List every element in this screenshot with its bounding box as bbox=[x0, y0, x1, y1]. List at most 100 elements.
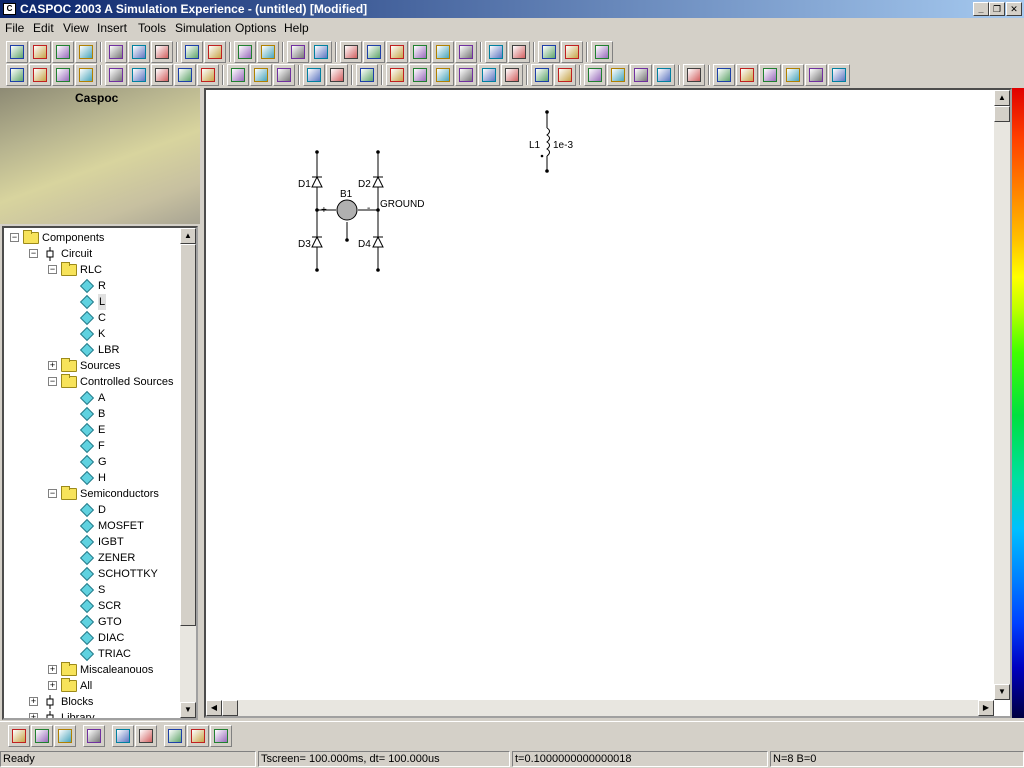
pen-button[interactable] bbox=[303, 64, 325, 86]
flame-button[interactable] bbox=[683, 64, 705, 86]
zoom-width-button[interactable] bbox=[52, 64, 74, 86]
collapse-icon[interactable]: − bbox=[29, 249, 38, 258]
cut-r-button[interactable] bbox=[713, 64, 735, 86]
collapse-icon[interactable]: − bbox=[48, 377, 57, 386]
colors-button[interactable] bbox=[356, 64, 378, 86]
zoom-100-button[interactable] bbox=[6, 64, 28, 86]
tree-scroll-thumb[interactable] bbox=[180, 244, 196, 626]
schematic-canvas[interactable]: D1 D2 D3 D4 B1 GROUND + - L1 1e-3 bbox=[206, 90, 994, 700]
select-hand-button[interactable] bbox=[340, 41, 362, 63]
tree-scrollbar[interactable]: ▲ ▼ bbox=[180, 228, 196, 718]
measure-button[interactable] bbox=[363, 41, 385, 63]
insert-a-button[interactable] bbox=[455, 41, 477, 63]
arrow-b-button[interactable] bbox=[432, 64, 454, 86]
tree-node[interactable]: E bbox=[4, 422, 182, 438]
tree-node[interactable]: + All bbox=[4, 678, 182, 694]
tree-node[interactable]: IGBT bbox=[4, 534, 182, 550]
scope-a-button[interactable] bbox=[287, 41, 309, 63]
tree-scroll-up-button[interactable]: ▲ bbox=[180, 228, 196, 244]
menu-options[interactable]: Options bbox=[235, 21, 276, 35]
insert-b-button[interactable] bbox=[485, 41, 507, 63]
tree-node[interactable]: MOSFET bbox=[4, 518, 182, 534]
pause-button[interactable] bbox=[257, 41, 279, 63]
copy-button[interactable] bbox=[128, 41, 150, 63]
canvas-vertical-scrollbar[interactable]: ▲ ▼ bbox=[994, 90, 1010, 700]
canvas-scroll-right-button[interactable]: ▶ bbox=[978, 700, 994, 716]
scope-b-button[interactable] bbox=[310, 41, 332, 63]
tree-node[interactable]: SCHOTTKY bbox=[4, 566, 182, 582]
net-a-button[interactable] bbox=[227, 64, 249, 86]
collapse-icon[interactable]: − bbox=[48, 489, 57, 498]
node-button[interactable] bbox=[105, 64, 127, 86]
tree-node[interactable]: B bbox=[4, 406, 182, 422]
bars-button[interactable] bbox=[630, 64, 652, 86]
zoom-fit-button[interactable] bbox=[29, 64, 51, 86]
tree-node[interactable]: + Miscaleanouos bbox=[4, 662, 182, 678]
tile-b-button[interactable] bbox=[135, 725, 157, 747]
redo-button[interactable] bbox=[204, 41, 226, 63]
tree-node[interactable]: − Components bbox=[4, 230, 182, 246]
arrow-a-button[interactable] bbox=[409, 64, 431, 86]
wire-v-button[interactable] bbox=[128, 64, 150, 86]
point-button[interactable] bbox=[531, 64, 553, 86]
grid-button[interactable] bbox=[554, 64, 576, 86]
canvas-scroll-up-button[interactable]: ▲ bbox=[994, 90, 1010, 106]
net-c-button[interactable] bbox=[273, 64, 295, 86]
split-button[interactable] bbox=[174, 64, 196, 86]
doc-b-button[interactable] bbox=[538, 41, 560, 63]
components-button[interactable] bbox=[8, 725, 30, 747]
tree-node[interactable]: − Controlled Sources bbox=[4, 374, 182, 390]
schematic-editor[interactable]: D1 D2 D3 D4 B1 GROUND + - L1 1e-3 ▲ ▼ ◀ … bbox=[204, 88, 1012, 718]
paste-button[interactable] bbox=[151, 41, 173, 63]
save-button[interactable] bbox=[52, 41, 74, 63]
tree-node[interactable]: A bbox=[4, 390, 182, 406]
tree-node[interactable]: − Circuit bbox=[4, 246, 182, 262]
canvas-vscroll-thumb[interactable] bbox=[994, 106, 1010, 122]
list-c-button[interactable] bbox=[432, 41, 454, 63]
tree-scroll-down-button[interactable]: ▼ bbox=[180, 702, 196, 718]
print-button[interactable] bbox=[75, 41, 97, 63]
menu-view[interactable]: View bbox=[63, 21, 89, 35]
new-button[interactable] bbox=[6, 41, 28, 63]
tree-node[interactable]: F bbox=[4, 438, 182, 454]
menu-help[interactable]: Help bbox=[284, 21, 309, 35]
canvas-scroll-down-button[interactable]: ▼ bbox=[994, 684, 1010, 700]
tree-node[interactable]: K bbox=[4, 326, 182, 342]
tree-node[interactable]: − Semiconductors bbox=[4, 486, 182, 502]
tree-node[interactable]: TRIAC bbox=[4, 646, 182, 662]
canvas-hscroll-thumb[interactable] bbox=[222, 700, 238, 716]
refresh-button[interactable] bbox=[83, 725, 105, 747]
tree-node[interactable]: LBR bbox=[4, 342, 182, 358]
sort-button[interactable] bbox=[736, 64, 758, 86]
open-button[interactable] bbox=[29, 41, 51, 63]
table-button[interactable] bbox=[828, 64, 850, 86]
list-a-button[interactable] bbox=[386, 41, 408, 63]
chip-a-button[interactable] bbox=[759, 64, 781, 86]
minimize-button[interactable]: _ bbox=[973, 2, 989, 16]
tree-node[interactable]: + Library bbox=[4, 710, 182, 718]
paint-button[interactable] bbox=[607, 64, 629, 86]
help-button[interactable] bbox=[591, 41, 613, 63]
expand-icon[interactable]: + bbox=[48, 681, 57, 690]
zoom-height-button[interactable] bbox=[75, 64, 97, 86]
menu-tools[interactable]: Tools bbox=[138, 21, 166, 35]
expand-icon[interactable]: + bbox=[48, 665, 57, 674]
canvas-scroll-left-button[interactable]: ◀ bbox=[206, 700, 222, 716]
branch-button[interactable] bbox=[151, 64, 173, 86]
menu-edit[interactable]: Edit bbox=[33, 21, 54, 35]
list-b-button[interactable] bbox=[409, 41, 431, 63]
close-button[interactable]: ✕ bbox=[1006, 2, 1022, 16]
tile-a-button[interactable] bbox=[112, 725, 134, 747]
switch-button[interactable] bbox=[455, 64, 477, 86]
collapse-icon[interactable]: − bbox=[10, 233, 19, 242]
tree-node[interactable]: C bbox=[4, 310, 182, 326]
move-button[interactable] bbox=[653, 64, 675, 86]
tree-node[interactable]: G bbox=[4, 454, 182, 470]
tree-node[interactable]: ZENER bbox=[4, 550, 182, 566]
chip-c-button[interactable] bbox=[805, 64, 827, 86]
canvas-horizontal-scrollbar[interactable]: ◀ ▶ bbox=[206, 700, 994, 716]
menu-file[interactable]: File bbox=[5, 21, 24, 35]
tree-node[interactable]: DIAC bbox=[4, 630, 182, 646]
graph-button[interactable] bbox=[501, 64, 523, 86]
app-icon[interactable]: C bbox=[3, 3, 16, 15]
